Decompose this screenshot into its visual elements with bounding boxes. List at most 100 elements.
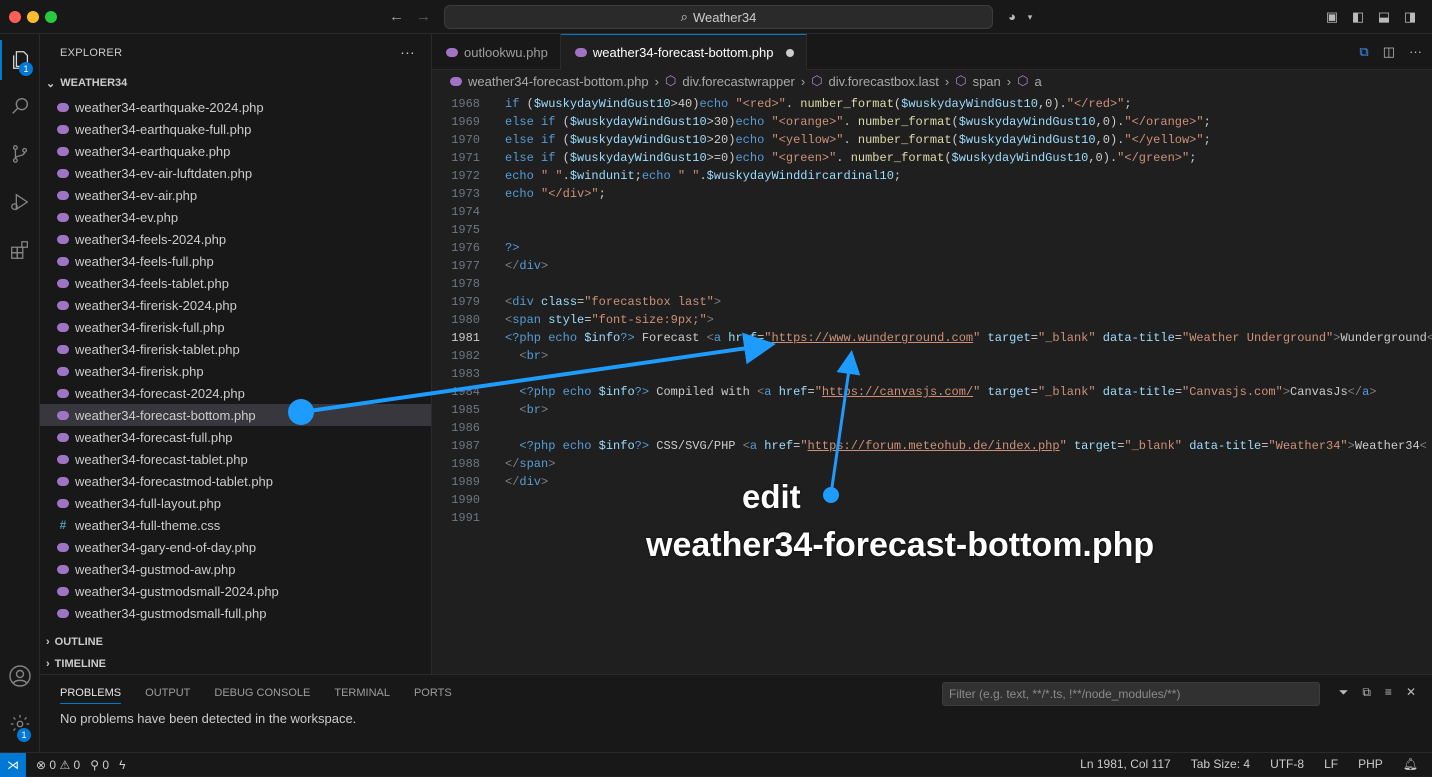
source-control-icon[interactable] [0, 134, 40, 174]
lightning-icon[interactable]: ϟ [119, 758, 125, 772]
problems-status[interactable]: ⊗ 0 ⚠ 0 [36, 758, 80, 772]
compare-icon[interactable]: ⧉ [1359, 44, 1368, 60]
code-line[interactable]: 1973 echo "</div>"; [432, 187, 1432, 205]
remote-icon[interactable]: ⋊ [0, 752, 26, 777]
account-icon[interactable] [0, 656, 40, 696]
layout-customize-icon[interactable]: ▣ [1324, 9, 1340, 25]
more-actions-icon[interactable]: ··· [1409, 44, 1422, 60]
breadcrumb-item[interactable]: span [973, 74, 1001, 89]
back-arrow-icon[interactable]: ← [389, 8, 404, 25]
file-item[interactable]: weather34-gustmodsmall-full.php [40, 602, 431, 624]
code-line[interactable]: 1988 </span> [432, 457, 1432, 475]
copilot-icon[interactable]: ◕ [1004, 9, 1020, 25]
file-item[interactable]: weather34-earthquake-2024.php [40, 96, 431, 118]
problems-filter-input[interactable]: Filter (e.g. text, **/*.ts, !**/node_mod… [942, 682, 1320, 706]
extensions-icon[interactable] [0, 230, 40, 270]
minimize-window-button[interactable] [27, 11, 39, 23]
notifications-bell-icon[interactable]: 🔔︎ [1403, 757, 1418, 771]
more-actions-icon[interactable]: ··· [400, 44, 415, 60]
file-item[interactable]: weather34-forecast-tablet.php [40, 448, 431, 470]
toggle-panel-icon[interactable]: ⬓ [1376, 9, 1392, 25]
file-item[interactable]: weather34-ev.php [40, 206, 431, 228]
view-as-list-icon[interactable]: ≡ [1385, 685, 1392, 700]
code-line[interactable]: 1974 [432, 205, 1432, 223]
code-line[interactable]: 1986 [432, 421, 1432, 439]
file-item[interactable]: weather34-firerisk-full.php [40, 316, 431, 338]
command-center-search[interactable]: ⌕ Weather34 [444, 5, 993, 29]
chevron-down-icon[interactable]: ▾ [1022, 9, 1038, 25]
file-item[interactable]: weather34-gary-end-of-day.php [40, 536, 431, 558]
code-line[interactable]: 1975 [432, 223, 1432, 241]
file-item[interactable]: weather34-earthquake.php [40, 140, 431, 162]
cursor-position[interactable]: Ln 1981, Col 117 [1080, 757, 1171, 771]
run-debug-icon[interactable] [0, 182, 40, 222]
tab-problems[interactable]: PROBLEMS [60, 687, 122, 704]
file-item[interactable]: weather34-earthquake-full.php [40, 118, 431, 140]
tab-output[interactable]: OUTPUT [145, 687, 190, 699]
file-item[interactable]: weather34-firerisk-tablet.php [40, 338, 431, 360]
file-item[interactable]: weather34-feels-full.php [40, 250, 431, 272]
code-line[interactable]: 1978 [432, 277, 1432, 295]
tab-ports[interactable]: PORTS [414, 687, 452, 699]
code-line[interactable]: 1989 </div> [432, 475, 1432, 493]
file-item[interactable]: # weather34-full-theme.css [40, 514, 431, 536]
indentation[interactable]: Tab Size: 4 [1191, 757, 1250, 771]
file-item[interactable]: weather34-forecastmod-tablet.php [40, 470, 431, 492]
file-item[interactable]: weather34-gustmod-aw.php [40, 558, 431, 580]
close-window-button[interactable] [9, 11, 21, 23]
code-line[interactable]: 1984 <?php echo $info?> Compiled with <a… [432, 385, 1432, 403]
toggle-secondary-sidebar-icon[interactable]: ◨ [1402, 9, 1418, 25]
split-editor-icon[interactable]: ◫ [1383, 44, 1395, 60]
code-line[interactable]: 1969 else if ($wuskydayWindGust10>30)echo… [432, 115, 1432, 133]
tab-terminal[interactable]: TERMINAL [334, 687, 390, 699]
file-item[interactable]: weather34-forecast-full.php [40, 426, 431, 448]
forward-arrow-icon[interactable]: → [416, 8, 431, 25]
file-item[interactable]: weather34-forecast-2024.php [40, 382, 431, 404]
collapse-all-icon[interactable]: ⧉ [1362, 685, 1371, 700]
code-line[interactable]: 1985 <br> [432, 403, 1432, 421]
file-item[interactable]: weather34-forecast-bottom.php [40, 404, 431, 426]
code-line[interactable]: 1990 [432, 493, 1432, 511]
toggle-sidebar-icon[interactable]: ◧ [1350, 9, 1366, 25]
tab-forecast-bottom[interactable]: weather34-forecast-bottom.php [560, 34, 807, 70]
search-icon[interactable] [0, 86, 40, 126]
code-line[interactable]: 1979 <div class="forecastbox last"> [432, 295, 1432, 313]
filter-icon[interactable]: ⏷ [1339, 685, 1349, 700]
zoom-window-button[interactable] [45, 11, 57, 23]
folder-section-header[interactable]: ⌄ WEATHER34 [40, 72, 431, 94]
code-line[interactable]: 1976 ?> [432, 241, 1432, 259]
breadcrumb-item[interactable]: a [1034, 74, 1041, 89]
tab-debug-console[interactable]: DEBUG CONSOLE [214, 687, 310, 699]
language-mode[interactable]: PHP [1358, 757, 1383, 771]
settings-gear-icon[interactable]: 1 [0, 704, 40, 744]
tab-outlookwu[interactable]: outlookwu.php [432, 34, 561, 70]
close-panel-icon[interactable]: ✕ [1406, 685, 1416, 700]
explorer-icon[interactable]: 1 [0, 40, 40, 80]
code-line[interactable]: 1982 <br> [432, 349, 1432, 367]
code-line[interactable]: 1968 if ($wuskydayWindGust10>40)echo "<re… [432, 97, 1432, 115]
encoding[interactable]: UTF-8 [1270, 757, 1304, 771]
file-item[interactable]: weather34-firerisk.php [40, 360, 431, 382]
file-item[interactable]: weather34-firerisk-2024.php [40, 294, 431, 316]
code-line[interactable]: 1971 else if ($wuskydayWindGust10>=0)echo… [432, 151, 1432, 169]
breadcrumb-item[interactable]: weather34-forecast-bottom.php [468, 74, 649, 89]
code-line[interactable]: 1977 </div> [432, 259, 1432, 277]
timeline-section-header[interactable]: › TIMELINE [40, 653, 106, 675]
outline-section-header[interactable]: › OUTLINE [40, 631, 103, 653]
ports-status[interactable]: ⚲ 0 [90, 758, 109, 772]
unsaved-dot-icon[interactable] [785, 48, 794, 57]
file-item[interactable]: weather34-ev-air.php [40, 184, 431, 206]
code-line[interactable]: 1981 <?php echo $info?> Forecast <a href=… [432, 331, 1432, 349]
breadcrumb-item[interactable]: div.forecastwrapper [682, 74, 794, 89]
file-item[interactable]: weather34-gustmodsmall-2024.php [40, 580, 431, 602]
file-item[interactable]: weather34-feels-2024.php [40, 228, 431, 250]
file-item[interactable]: weather34-ev-air-luftdaten.php [40, 162, 431, 184]
file-item[interactable]: weather34-full-layout.php [40, 492, 431, 514]
code-line[interactable]: 1972 echo " ".$windunit;echo " ".$wuskyda… [432, 169, 1432, 187]
code-line[interactable]: 1987 <?php echo $info?> CSS/SVG/PHP <a h… [432, 439, 1432, 457]
file-item[interactable]: weather34-feels-tablet.php [40, 272, 431, 294]
code-line[interactable]: 1980 <span style="font-size:9px;"> [432, 313, 1432, 331]
code-line[interactable]: 1983 [432, 367, 1432, 385]
code-line[interactable]: 1970 else if ($wuskydayWindGust10>20)echo… [432, 133, 1432, 151]
breadcrumb-item[interactable]: div.forecastbox.last [829, 74, 939, 89]
